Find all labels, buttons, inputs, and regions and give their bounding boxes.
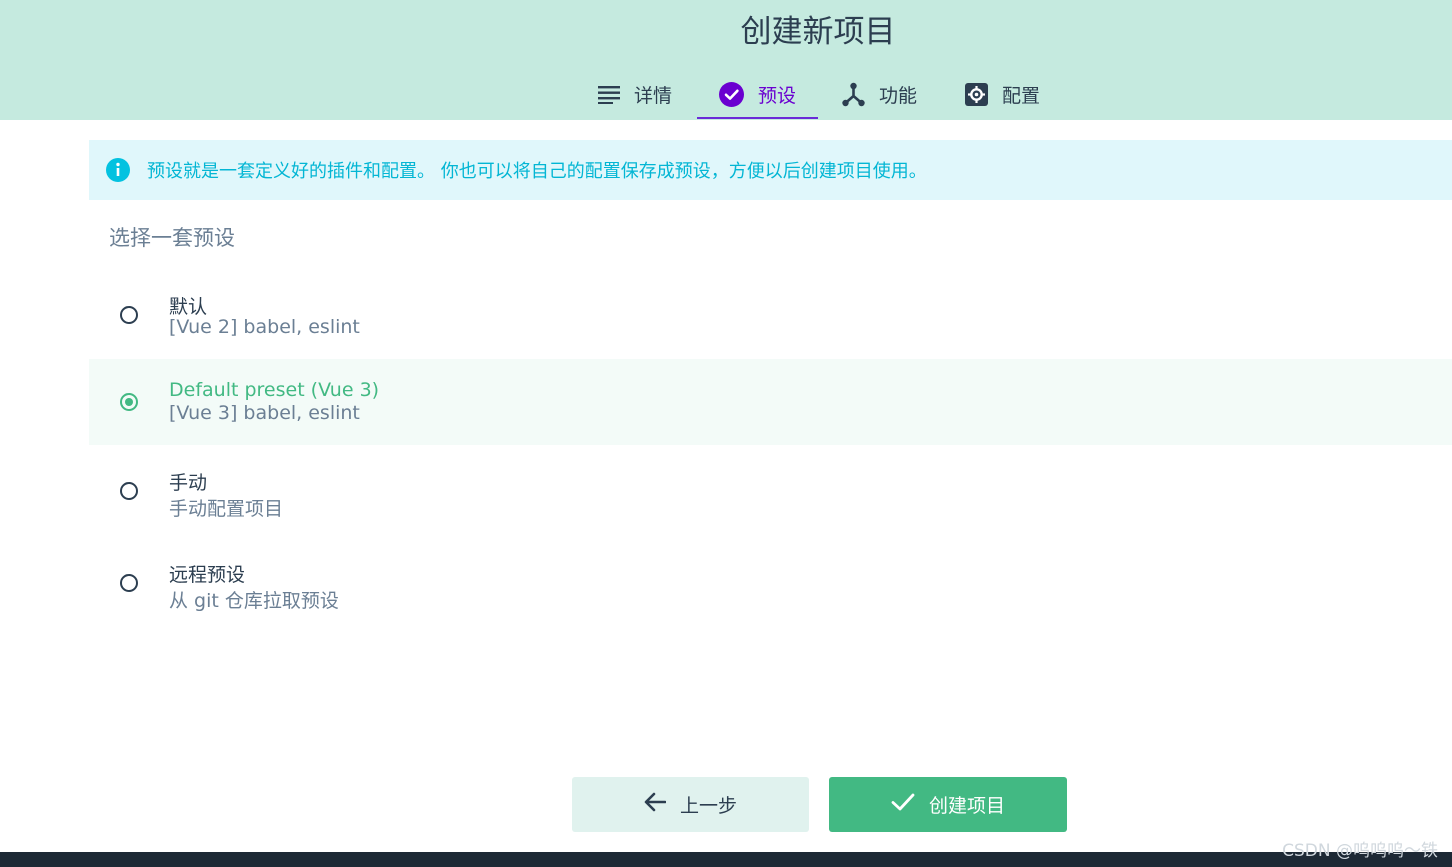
preset-description: [Vue 3] babel, eslint: [169, 402, 360, 424]
radio-button[interactable]: [120, 306, 138, 324]
preset-option-vue3[interactable]: Default preset (Vue 3) [Vue 3] babel, es…: [89, 359, 1452, 445]
tab-features[interactable]: 功能: [842, 68, 917, 120]
info-banner: 预设就是一套定义好的插件和配置。 你也可以将自己的配置保存成预设，方便以后创建项…: [89, 140, 1452, 200]
preset-option-remote[interactable]: 远程预设 从 git 仓库拉取预设: [89, 540, 1452, 626]
tab-label: 详情: [634, 84, 673, 107]
arrow-left-icon: [644, 792, 667, 817]
back-button[interactable]: 上一步: [572, 777, 809, 832]
preset-description: [Vue 2] babel, eslint: [169, 316, 360, 338]
header: 创建新项目 详情 预设 功能 配置: [0, 0, 1452, 120]
status-bar: [0, 852, 1452, 867]
back-button-label: 上一步: [679, 795, 737, 817]
info-icon: [106, 158, 130, 182]
preset-name: 远程预设: [169, 564, 246, 586]
tab-label: 配置: [1002, 84, 1041, 107]
create-project-button[interactable]: 创建项目: [829, 777, 1067, 832]
radio-button[interactable]: [120, 393, 138, 411]
watermark: CSDN @呜呜呜～铁: [1282, 841, 1438, 861]
radio-selected-dot: [125, 398, 133, 406]
tab-bar: 详情 预设 功能 配置: [0, 68, 1452, 120]
preset-name: Default preset (Vue 3): [169, 379, 380, 401]
tab-presets[interactable]: 预设: [696, 68, 819, 120]
section-title: 选择一套预设: [109, 226, 235, 250]
radio-button[interactable]: [120, 574, 138, 592]
preset-option-manual[interactable]: 手动 手动配置项目: [89, 448, 1452, 534]
preset-name: 默认: [169, 296, 208, 318]
tab-label: 预设: [758, 84, 797, 107]
preset-description: 手动配置项目: [169, 498, 284, 520]
preset-option-default[interactable]: 默认 [Vue 2] babel, eslint: [89, 272, 1452, 358]
tab-label: 功能: [879, 84, 918, 107]
tab-config[interactable]: 配置: [965, 68, 1040, 120]
list-icon: [598, 84, 620, 104]
check-circle-icon: [719, 81, 744, 107]
tab-details[interactable]: 详情: [598, 68, 672, 120]
gear-icon: [965, 82, 988, 106]
create-button-label: 创建项目: [928, 795, 1005, 817]
preset-name: 手动: [169, 472, 208, 494]
radio-button[interactable]: [120, 482, 138, 500]
fork-icon: [842, 82, 865, 107]
info-text: 预设就是一套定义好的插件和配置。 你也可以将自己的配置保存成预设，方便以后创建项…: [147, 161, 927, 182]
check-icon: [891, 792, 915, 817]
preset-description: 从 git 仓库拉取预设: [169, 590, 339, 612]
page-title: 创建新项目: [740, 14, 896, 50]
